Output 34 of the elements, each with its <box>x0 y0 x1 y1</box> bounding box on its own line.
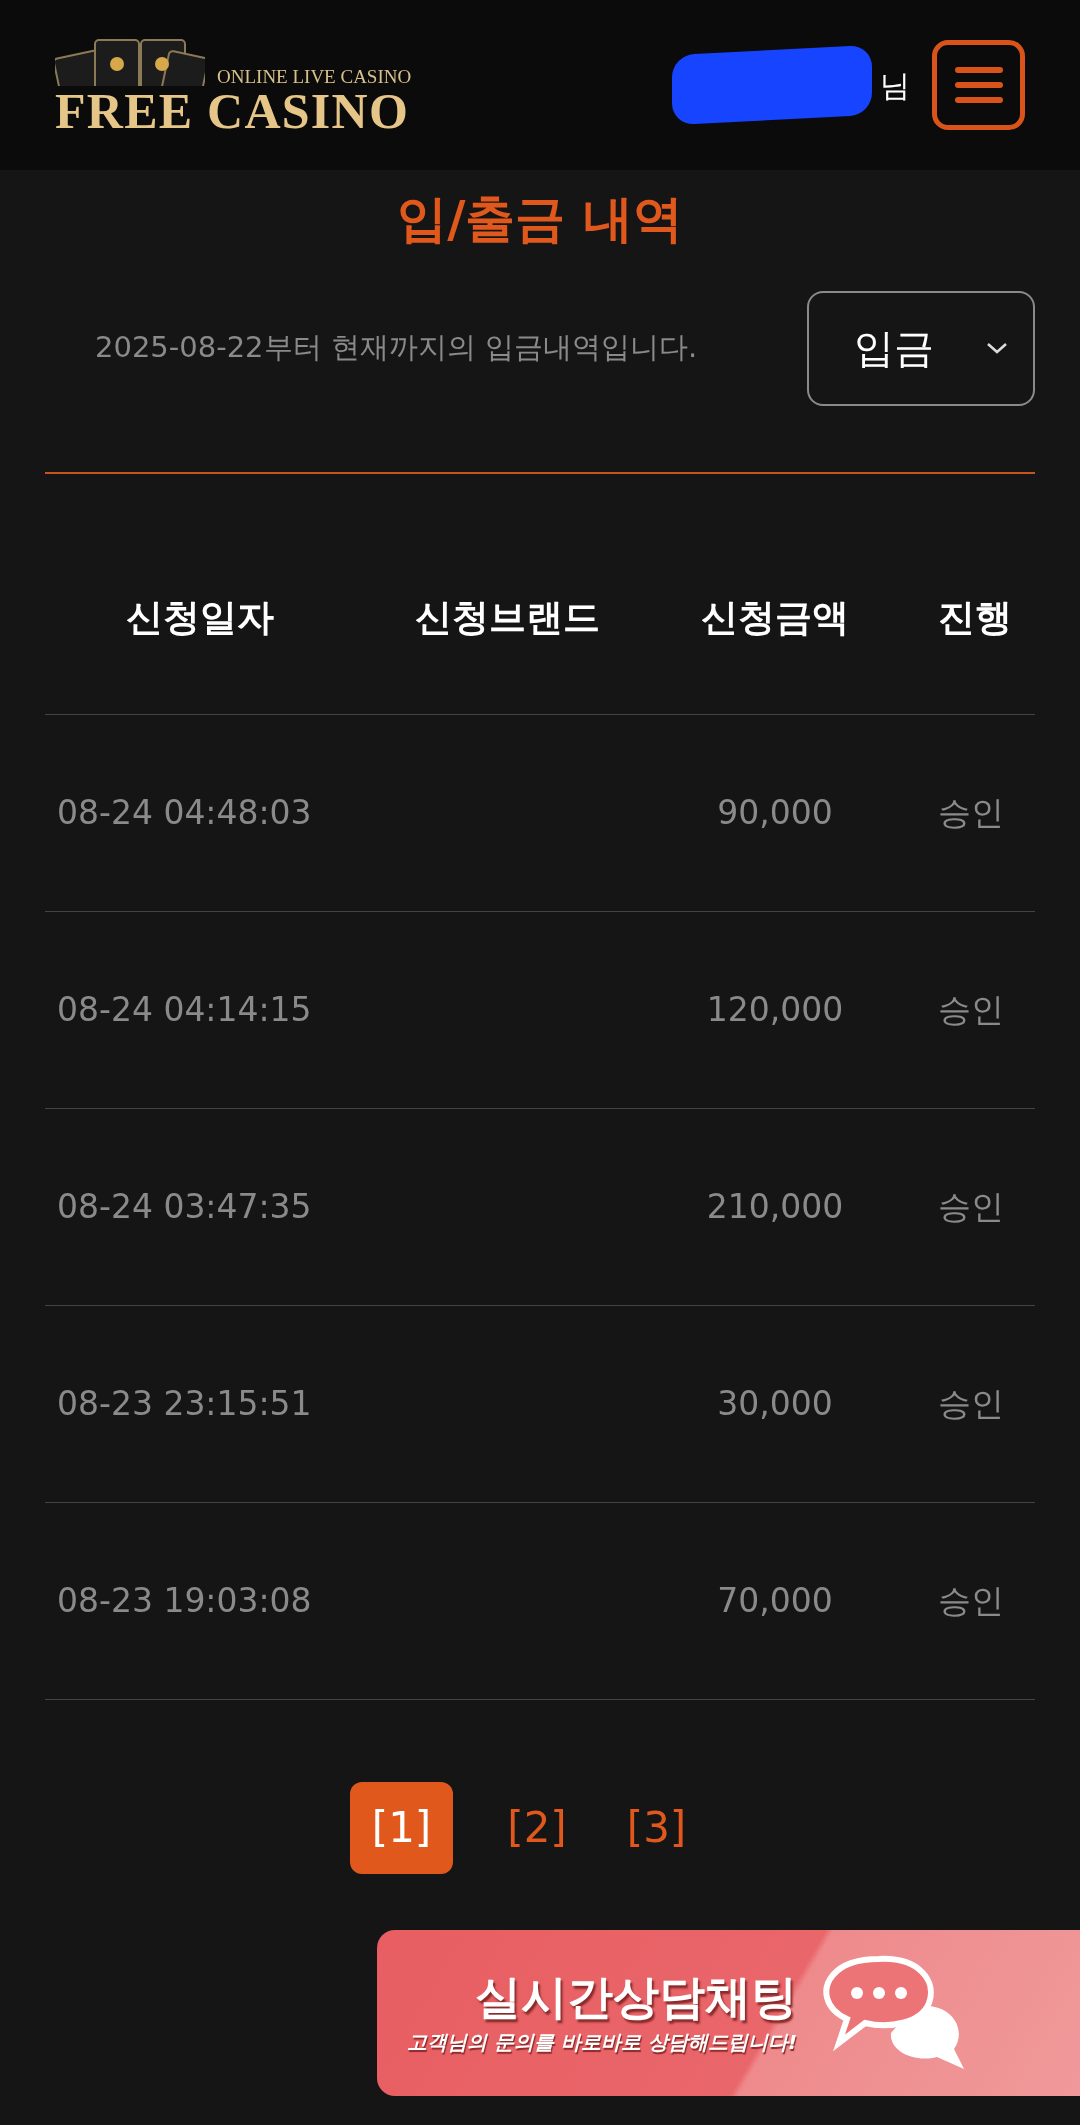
column-header: 신청일자 <box>125 594 275 641</box>
table-cell-text: 08-24 03:47:35 <box>56 1185 313 1228</box>
logo-tagline: ONLINE LIVE CASINO <box>217 67 412 86</box>
menu-button[interactable] <box>932 40 1025 130</box>
info-text: 2025-08-22부터 현재까지의 입금내역입니다. <box>95 329 698 367</box>
table-cell-text: 30,000 <box>716 1382 834 1425</box>
table-cell-text: 승인 <box>937 1185 1005 1228</box>
page-button[interactable]: [2] <box>501 1781 573 1874</box>
column-header: 신청금액 <box>700 594 850 641</box>
chat-title: 실시간상담채팅 <box>475 1969 797 2027</box>
table-cell-text: 승인 <box>937 791 1005 834</box>
page-title: 입/출금 내역 <box>396 189 684 250</box>
type-dropdown[interactable]: 입금 <box>807 290 1035 406</box>
table-cell-text: 08-23 23:15:51 <box>56 1382 313 1425</box>
chat-subtitle: 고객님의 문의를 바로바로 상담해드립니다! <box>407 2028 797 2056</box>
table-cell-text: 70,000 <box>716 1579 834 1622</box>
page-button[interactable]: [3] <box>620 1781 693 1874</box>
column-header: 신청브랜드 <box>414 594 601 641</box>
table-cell-text: 120,000 <box>705 988 845 1031</box>
user-name-suffix: 님 <box>880 66 910 105</box>
table-cell-text: 승인 <box>937 1382 1005 1425</box>
live-chat-banner[interactable]: 실시간상담채팅 고객님의 문의를 바로바로 상담해드립니다! <box>377 1930 1080 2096</box>
table-cell-text: 08-23 19:03:08 <box>56 1579 313 1622</box>
table-cell-text: 08-24 04:14:15 <box>56 988 313 1031</box>
table-cell-text: 승인 <box>937 1579 1005 1622</box>
menu-icon <box>953 66 1004 104</box>
table-cell-text: 승인 <box>937 988 1005 1031</box>
column-header: 진행 <box>937 594 1013 641</box>
logo-text: FREE CASINO <box>55 86 410 136</box>
table-cell-text: 90,000 <box>716 791 834 834</box>
table-cell-text: 210,000 <box>705 1185 845 1228</box>
page-button[interactable]: [1] <box>349 1781 454 1874</box>
chevron-down-icon <box>986 342 1008 354</box>
table-cell-text: 08-24 04:48:03 <box>56 791 313 834</box>
